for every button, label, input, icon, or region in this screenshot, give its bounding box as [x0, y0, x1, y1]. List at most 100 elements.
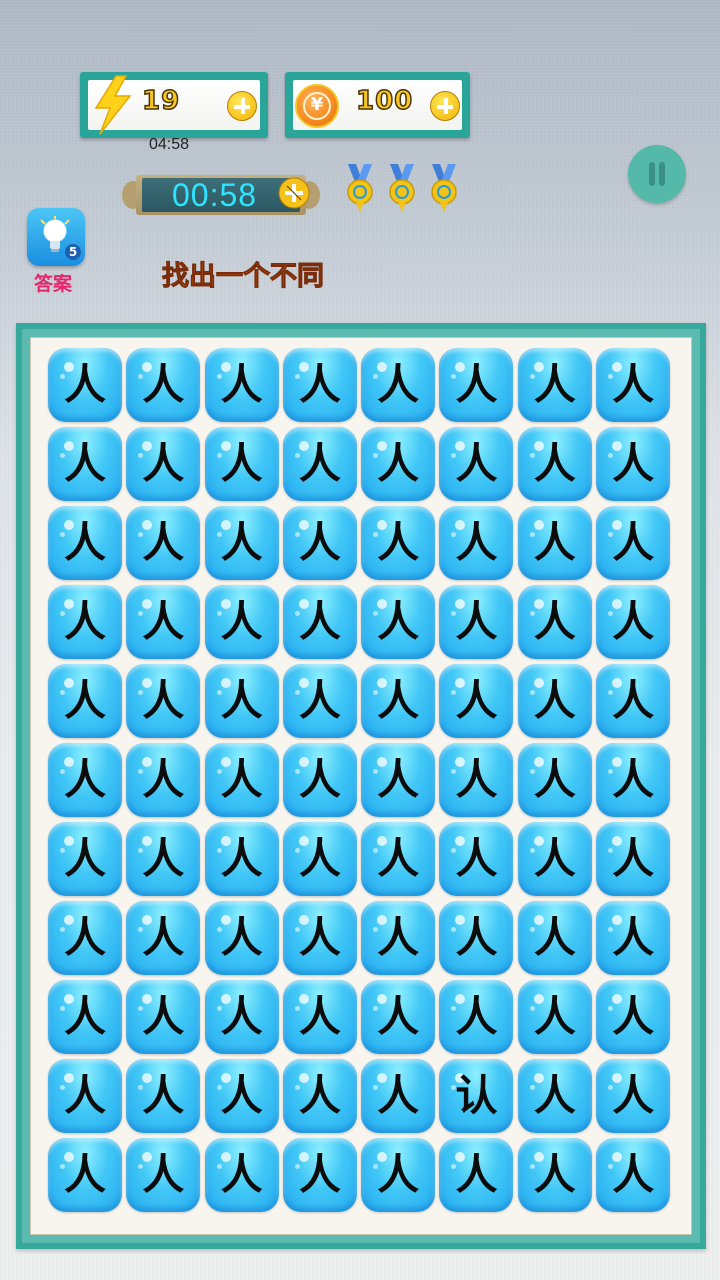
- grid-tile[interactable]: 人: [204, 427, 279, 501]
- grid-tile[interactable]: 人: [204, 585, 279, 659]
- grid-tile[interactable]: 人: [48, 506, 122, 580]
- grid-tile[interactable]: 人: [439, 585, 514, 659]
- grid-tile[interactable]: 人: [517, 980, 592, 1054]
- grid-tile[interactable]: 人: [204, 822, 279, 896]
- grid-tile[interactable]: 人: [596, 427, 671, 501]
- grid-tile[interactable]: 人: [361, 1059, 436, 1133]
- grid-tile[interactable]: 人: [48, 427, 122, 501]
- grid-tile[interactable]: 人: [361, 822, 436, 896]
- add-time-button[interactable]: [278, 177, 310, 209]
- grid-tile[interactable]: 人: [361, 348, 436, 422]
- grid-tile[interactable]: 人: [596, 980, 671, 1054]
- tile-character: 人: [612, 597, 655, 646]
- grid-tile[interactable]: 人: [48, 980, 122, 1054]
- grid-tile[interactable]: 人: [439, 743, 514, 817]
- grid-tile[interactable]: 人: [596, 743, 671, 817]
- grid-tile[interactable]: 人: [361, 664, 436, 738]
- grid-tile[interactable]: 人: [126, 1059, 201, 1133]
- grid-tile[interactable]: 人: [126, 585, 201, 659]
- grid-tile[interactable]: 人: [126, 348, 201, 422]
- pause-button[interactable]: [628, 145, 686, 203]
- grid-tile[interactable]: 人: [282, 664, 357, 738]
- grid-tile[interactable]: 人: [361, 901, 436, 975]
- grid-tile[interactable]: 人: [48, 1138, 122, 1212]
- grid-tile[interactable]: 人: [517, 1059, 592, 1133]
- grid-tile[interactable]: 人: [204, 1059, 279, 1133]
- grid-tile[interactable]: 人: [282, 506, 357, 580]
- grid-tile[interactable]: 人: [282, 822, 357, 896]
- grid-tile[interactable]: 人: [126, 901, 201, 975]
- add-energy-button[interactable]: [227, 91, 257, 121]
- grid-tile[interactable]: 人: [126, 822, 201, 896]
- grid-tile[interactable]: 人: [439, 427, 514, 501]
- tile-character: 人: [63, 1150, 106, 1199]
- grid-tile[interactable]: 人: [48, 348, 122, 422]
- grid-tile[interactable]: 人: [596, 1138, 671, 1212]
- grid-tile[interactable]: 人: [517, 427, 592, 501]
- grid-tile[interactable]: 人: [282, 348, 357, 422]
- grid-tile[interactable]: 人: [596, 506, 671, 580]
- grid-tile[interactable]: 人: [517, 664, 592, 738]
- grid-tile[interactable]: 人: [126, 664, 201, 738]
- grid-tile[interactable]: 人: [361, 743, 436, 817]
- grid-tile[interactable]: 人: [282, 1059, 357, 1133]
- grid-tile[interactable]: 人: [596, 901, 671, 975]
- grid-tile[interactable]: 人: [282, 980, 357, 1054]
- tile-character: 人: [455, 755, 498, 804]
- grid-tile[interactable]: 人: [517, 585, 592, 659]
- grid-tile[interactable]: 人: [204, 901, 279, 975]
- grid-tile[interactable]: 人: [204, 1138, 279, 1212]
- grid-tile[interactable]: 人: [48, 585, 122, 659]
- grid-tile[interactable]: 人: [517, 901, 592, 975]
- grid-tile[interactable]: 人: [439, 1138, 514, 1212]
- grid-tile[interactable]: 人: [439, 506, 514, 580]
- tile-character: 认: [455, 1071, 498, 1120]
- grid-tile[interactable]: 人: [517, 348, 592, 422]
- grid-tile[interactable]: 人: [126, 743, 201, 817]
- grid-tile[interactable]: 人: [126, 1138, 201, 1212]
- tile-character: 人: [612, 518, 655, 567]
- grid-tile[interactable]: 人: [517, 1138, 592, 1212]
- grid-tile[interactable]: 人: [361, 506, 436, 580]
- grid-tile[interactable]: 人: [596, 1059, 671, 1133]
- energy-regen-timer: 04:58: [149, 136, 190, 153]
- grid-tile[interactable]: 人: [517, 743, 592, 817]
- grid-tile[interactable]: 人: [204, 506, 279, 580]
- grid-tile[interactable]: 人: [204, 348, 279, 422]
- grid-tile[interactable]: 人: [204, 664, 279, 738]
- grid-tile[interactable]: 人: [282, 1138, 357, 1212]
- grid-tile[interactable]: 人: [48, 664, 122, 738]
- grid-tile[interactable]: 认: [439, 1059, 514, 1133]
- grid-tile[interactable]: 人: [48, 1059, 122, 1133]
- grid-tile[interactable]: 人: [204, 743, 279, 817]
- grid-tile[interactable]: 人: [439, 348, 514, 422]
- grid-tile[interactable]: 人: [439, 901, 514, 975]
- grid-tile[interactable]: 人: [282, 427, 357, 501]
- hint-button[interactable]: 5: [27, 208, 85, 266]
- grid-tile[interactable]: 人: [596, 664, 671, 738]
- grid-tile[interactable]: 人: [48, 822, 122, 896]
- grid-tile[interactable]: 人: [126, 506, 201, 580]
- grid-tile[interactable]: 人: [126, 980, 201, 1054]
- tile-character: 人: [142, 360, 185, 409]
- grid-tile[interactable]: 人: [361, 1138, 436, 1212]
- grid-tile[interactable]: 人: [439, 822, 514, 896]
- grid-tile[interactable]: 人: [48, 901, 122, 975]
- grid-tile[interactable]: 人: [596, 348, 671, 422]
- grid-tile[interactable]: 人: [439, 664, 514, 738]
- grid-tile[interactable]: 人: [48, 743, 122, 817]
- add-coins-button[interactable]: [430, 91, 460, 121]
- grid-tile[interactable]: 人: [596, 585, 671, 659]
- grid-tile[interactable]: 人: [361, 585, 436, 659]
- grid-tile[interactable]: 人: [361, 427, 436, 501]
- grid-tile[interactable]: 人: [204, 980, 279, 1054]
- grid-tile[interactable]: 人: [361, 980, 436, 1054]
- grid-tile[interactable]: 人: [126, 427, 201, 501]
- grid-tile[interactable]: 人: [439, 980, 514, 1054]
- grid-tile[interactable]: 人: [282, 585, 357, 659]
- grid-tile[interactable]: 人: [596, 822, 671, 896]
- grid-tile[interactable]: 人: [282, 901, 357, 975]
- grid-tile[interactable]: 人: [517, 822, 592, 896]
- grid-tile[interactable]: 人: [517, 506, 592, 580]
- grid-tile[interactable]: 人: [282, 743, 357, 817]
